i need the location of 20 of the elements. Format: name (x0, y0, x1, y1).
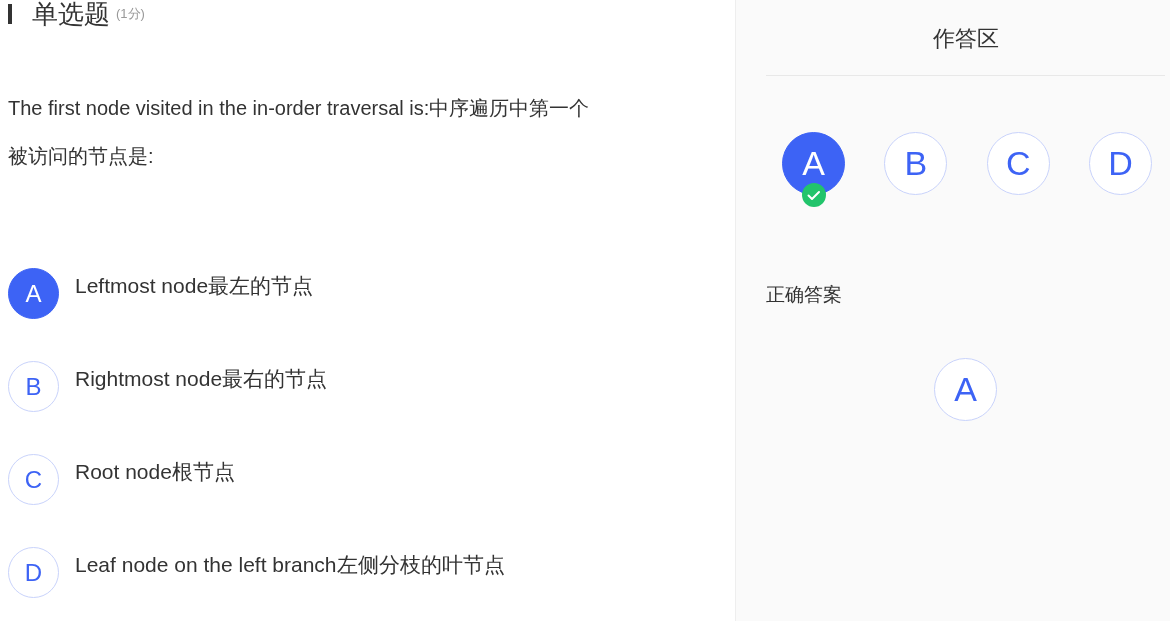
question-score: (1分) (116, 5, 145, 24)
answer-choice-button[interactable]: B (884, 132, 948, 195)
question-text: The first node visited in the in-order traversal is:中序遍历中第一个被访问的节点是: (8, 96, 591, 169)
check-icon (802, 183, 826, 207)
option-text[interactable]: Root node根节点 (75, 456, 235, 488)
option-letter[interactable]: B (8, 361, 59, 412)
answer-choice-button[interactable]: D (1089, 132, 1152, 195)
correct-answer-letter: A (934, 357, 997, 421)
option-text[interactable]: Rightmost node最右的节点 (75, 363, 328, 395)
option-letter[interactable]: D (8, 547, 59, 598)
correct-answer-label: 正确答案 (766, 283, 843, 307)
answer-choice-button[interactable]: C (986, 132, 1050, 195)
question-type: 单选题 (32, 0, 110, 31)
option-letter[interactable]: A (8, 268, 59, 319)
answer-area-title: 作答区 (766, 0, 1165, 76)
option-text[interactable]: Leaf node on the left branch左侧分枝的叶节点 (75, 549, 505, 581)
option-letter[interactable]: C (8, 454, 59, 505)
title-marker (8, 4, 12, 24)
answer-choice-button[interactable]: A (782, 132, 845, 195)
option-text[interactable]: Leftmost node最左的节点 (75, 270, 314, 302)
